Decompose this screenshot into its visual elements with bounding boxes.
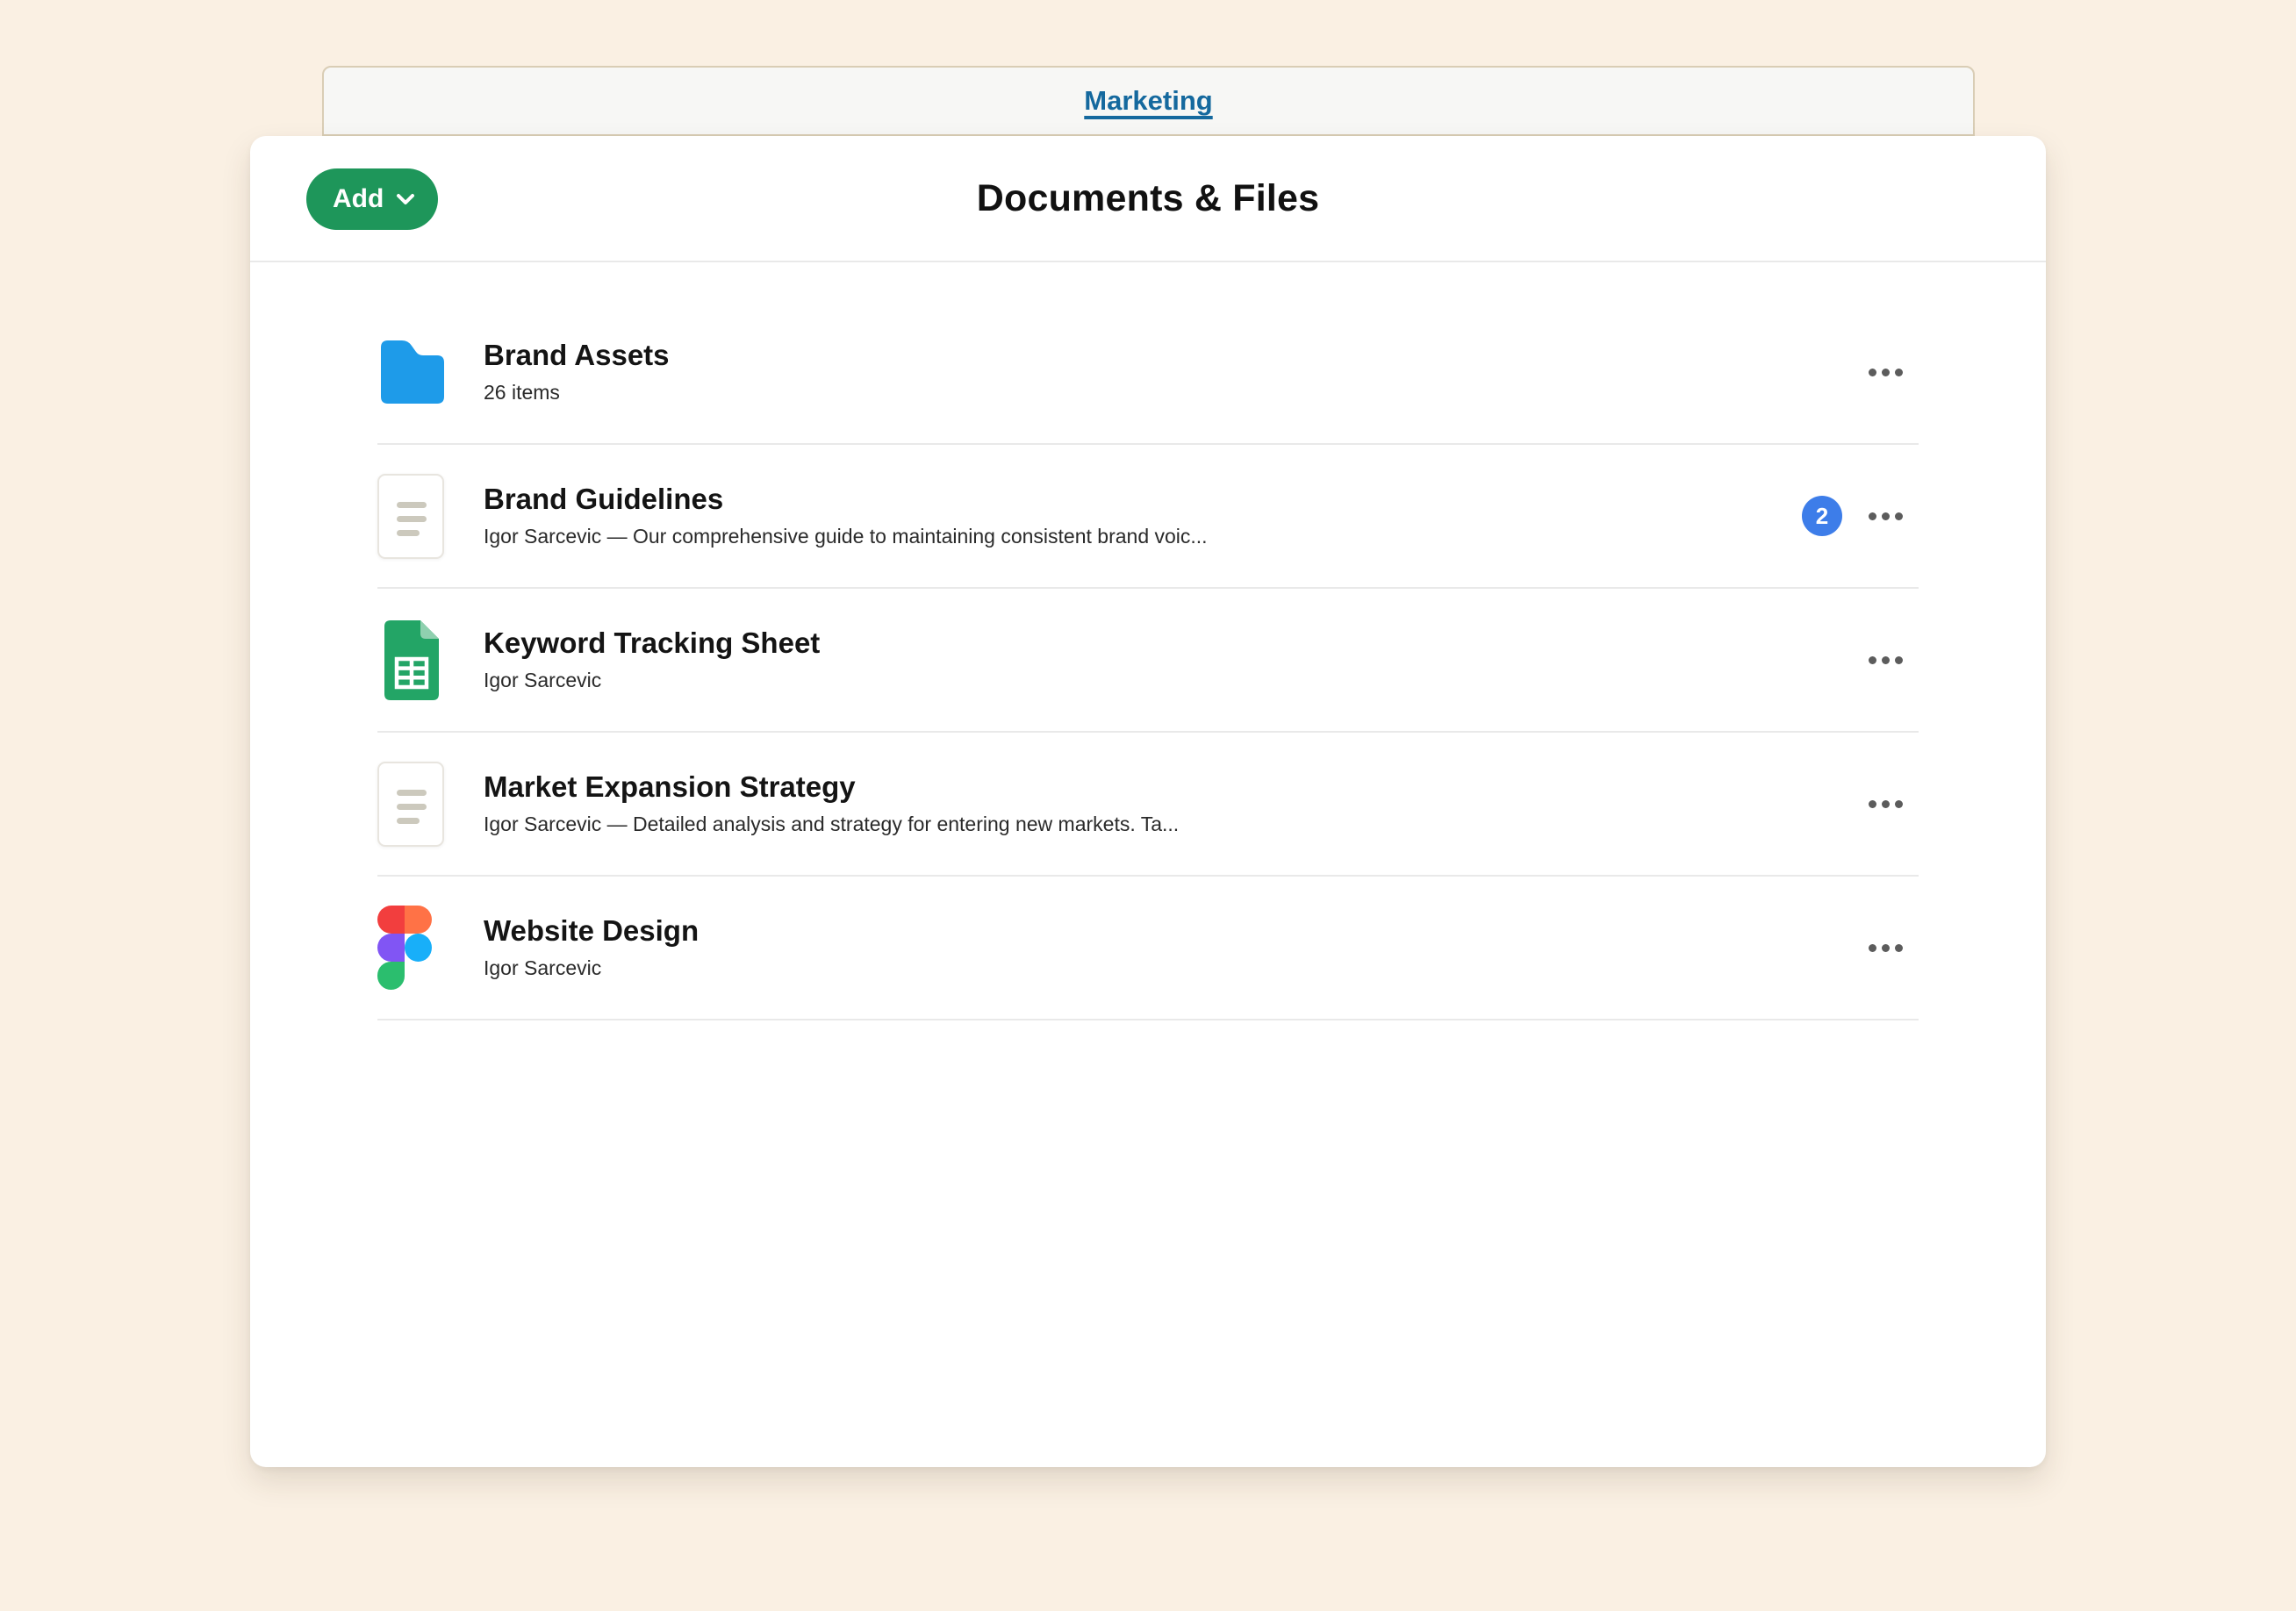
- list-item[interactable]: Keyword Tracking Sheet Igor Sarcevic: [250, 589, 2046, 731]
- more-options-button[interactable]: [1865, 790, 1906, 819]
- item-title[interactable]: Website Design: [484, 915, 1865, 947]
- item-texts: Brand Assets 26 items: [484, 340, 1865, 405]
- ellipsis-dot: [1895, 656, 1903, 664]
- document-icon: [377, 474, 444, 559]
- more-options-button[interactable]: [1865, 646, 1906, 675]
- list-item[interactable]: Website Design Igor Sarcevic: [250, 877, 2046, 1019]
- item-texts: Keyword Tracking Sheet Igor Sarcevic: [484, 627, 1865, 693]
- list-item[interactable]: Brand Assets 26 items: [250, 301, 2046, 443]
- item-texts: Brand Guidelines Igor Sarcevic — Our com…: [484, 483, 1802, 549]
- item-subtitle: Igor Sarcevic — Our comprehensive guide …: [484, 525, 1802, 549]
- ellipsis-dot: [1882, 944, 1890, 952]
- breadcrumb-link-marketing[interactable]: Marketing: [1084, 85, 1212, 117]
- comment-count-badge[interactable]: 2: [1802, 496, 1842, 536]
- ellipsis-dot: [1869, 656, 1876, 664]
- chevron-down-icon: [396, 193, 415, 205]
- ellipsis-dot: [1869, 800, 1876, 808]
- breadcrumb-bar: Marketing: [322, 66, 1975, 136]
- sheets-icon: [377, 618, 446, 703]
- item-subtitle: Igor Sarcevic — Detailed analysis and st…: [484, 813, 1865, 837]
- item-title[interactable]: Market Expansion Strategy: [484, 771, 1865, 803]
- add-button-label: Add: [333, 184, 384, 214]
- item-subtitle: Igor Sarcevic: [484, 956, 1865, 981]
- row-divider: [377, 1019, 1919, 1020]
- ellipsis-dot: [1869, 512, 1876, 520]
- panel-header: Add Documents & Files: [250, 136, 2046, 262]
- add-button[interactable]: Add: [306, 168, 438, 230]
- document-icon: [377, 762, 444, 847]
- item-texts: Market Expansion Strategy Igor Sarcevic …: [484, 771, 1865, 837]
- item-icon-cell: [377, 474, 484, 559]
- figma-icon: [377, 906, 432, 990]
- more-options-button[interactable]: [1865, 934, 1906, 963]
- item-title[interactable]: Brand Guidelines: [484, 483, 1802, 515]
- more-options-button[interactable]: [1865, 502, 1906, 531]
- ellipsis-dot: [1895, 369, 1903, 376]
- ellipsis-dot: [1869, 369, 1876, 376]
- item-title[interactable]: Keyword Tracking Sheet: [484, 627, 1865, 659]
- ellipsis-dot: [1882, 369, 1890, 376]
- item-actions: [1865, 790, 1919, 819]
- ellipsis-dot: [1895, 512, 1903, 520]
- folder-icon: [377, 335, 448, 409]
- item-actions: [1865, 358, 1919, 387]
- ellipsis-dot: [1882, 800, 1890, 808]
- more-options-button[interactable]: [1865, 358, 1906, 387]
- item-icon-cell: [377, 618, 484, 703]
- item-icon-cell: [377, 906, 484, 990]
- documents-panel: Add Documents & Files Brand Assets 26 it…: [250, 136, 2046, 1467]
- ellipsis-dot: [1895, 944, 1903, 952]
- ellipsis-dot: [1882, 656, 1890, 664]
- documents-list: Brand Assets 26 items Brand Guidelines I…: [250, 262, 2046, 1020]
- list-item[interactable]: Brand Guidelines Igor Sarcevic — Our com…: [250, 445, 2046, 587]
- page-title: Documents & Files: [977, 177, 1319, 220]
- list-item[interactable]: Market Expansion Strategy Igor Sarcevic …: [250, 733, 2046, 875]
- item-actions: [1865, 934, 1919, 963]
- item-subtitle: Igor Sarcevic: [484, 669, 1865, 693]
- item-title[interactable]: Brand Assets: [484, 340, 1865, 371]
- ellipsis-dot: [1895, 800, 1903, 808]
- item-icon-cell: [377, 762, 484, 847]
- item-texts: Website Design Igor Sarcevic: [484, 915, 1865, 981]
- ellipsis-dot: [1882, 512, 1890, 520]
- item-actions: [1865, 646, 1919, 675]
- item-actions: 2: [1802, 496, 1919, 536]
- item-icon-cell: [377, 335, 484, 409]
- ellipsis-dot: [1869, 944, 1876, 952]
- item-subtitle: 26 items: [484, 381, 1865, 405]
